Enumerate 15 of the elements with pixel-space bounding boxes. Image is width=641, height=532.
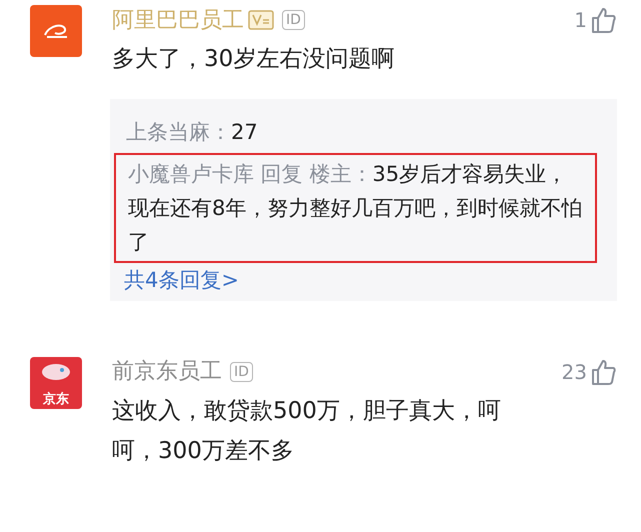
vip-badge-icon	[248, 10, 274, 30]
user-name[interactable]: 阿里巴巴员工	[112, 4, 244, 36]
id-badge: ID	[230, 362, 253, 382]
like-count: 1	[574, 7, 587, 34]
more-replies-link[interactable]: 共4条回复>	[124, 265, 239, 296]
reply-text: 上条当麻：27	[125, 119, 259, 146]
id-badge: ID	[282, 10, 305, 30]
thumbs-up-icon[interactable]	[591, 6, 617, 34]
like-count: 23	[562, 358, 587, 386]
user-name[interactable]: 前京东员工	[112, 355, 222, 388]
logo-text: 京东	[43, 392, 69, 406]
comment-text: 这收入，敢贷款500万，胆子真大，呵呵，300万差不多	[112, 396, 502, 466]
comment-text: 多大了，30岁左右没问题啊	[112, 45, 396, 74]
thumbs-up-icon[interactable]	[591, 358, 617, 386]
reply-text: 小魔兽卢卡库 回复 楼主：35岁后才容易失业，现在还有8年，努力整好几百万吧，到时候就不怕了	[114, 153, 597, 263]
